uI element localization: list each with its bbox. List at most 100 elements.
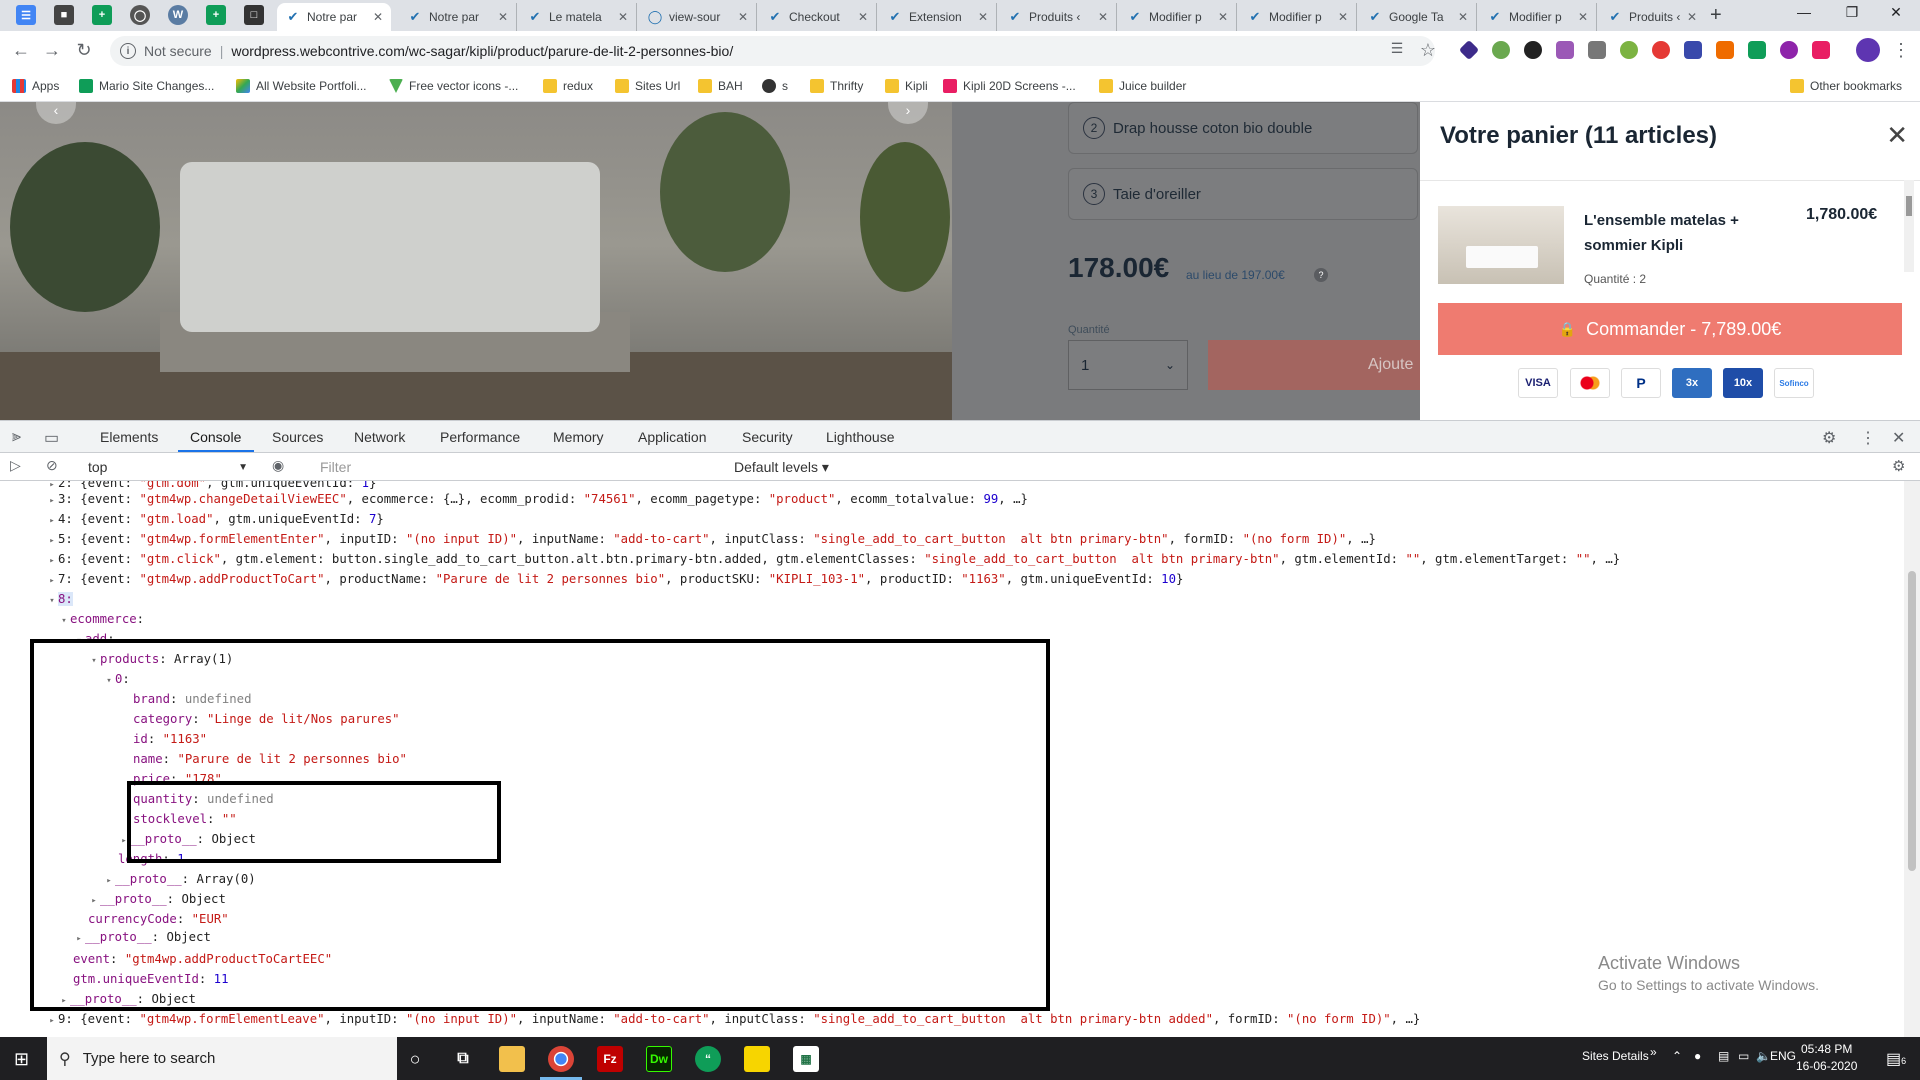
close-window-button[interactable]: ✕ <box>1876 4 1916 21</box>
tab-close-icon[interactable]: ✕ <box>1218 10 1228 24</box>
console-line-expanded[interactable]: ▾ 8: <box>46 589 73 609</box>
bookmark-s[interactable]: s <box>762 79 788 93</box>
hangouts-icon[interactable]: “ <box>695 1046 721 1072</box>
add-to-cart-button[interactable]: Ajoute <box>1208 340 1428 390</box>
wordpress-pinned-tab[interactable]: W <box>168 5 188 25</box>
tab-9[interactable]: ✔ Modifier p ✕ <box>1239 3 1357 31</box>
gear-icon[interactable]: ⚙ <box>1822 428 1836 448</box>
console-tree-node[interactable]: ▾ products: Array(1) <box>88 649 233 669</box>
spreadsheet-app-icon[interactable]: ▦ <box>793 1046 819 1072</box>
tab-10[interactable]: ✔ Google Ta ✕ <box>1359 3 1477 31</box>
bookmark-bah[interactable]: BAH <box>698 79 743 93</box>
toolbar-expand-icon[interactable]: » <box>1650 1045 1657 1059</box>
extension-icon-4[interactable] <box>1556 41 1574 59</box>
console-line[interactable]: ▸ 7: {event: "gtm4wp.addProductToCart", p… <box>46 569 1183 589</box>
task-view-icon[interactable]: ⧉ <box>450 1046 476 1072</box>
windows-start-icon[interactable]: ⊞ <box>14 1049 29 1070</box>
close-icon[interactable]: ✕ <box>1886 120 1908 151</box>
tab-application[interactable]: Application <box>638 429 707 445</box>
dreamweaver-icon[interactable]: Dw <box>646 1046 672 1072</box>
tab-lighthouse[interactable]: Lighthouse <box>826 429 895 445</box>
pinned-tab-2[interactable]: ■ <box>54 5 74 25</box>
extension-icon-12[interactable] <box>1812 41 1830 59</box>
tab-close-icon[interactable]: ✕ <box>1098 10 1108 24</box>
sticky-notes-icon[interactable] <box>744 1046 770 1072</box>
bookmark-freevector[interactable]: Free vector icons -... <box>389 79 518 93</box>
help-icon[interactable]: ? <box>1314 268 1328 282</box>
bookmark-redux[interactable]: redux <box>543 79 593 93</box>
carousel-prev-button[interactable]: ‹ <box>36 102 76 124</box>
console-line[interactable]: ▸ 5: {event: "gtm4wp.formElementEnter", i… <box>46 529 1376 549</box>
minimize-button[interactable]: — <box>1784 4 1824 20</box>
console-tree-node[interactable]: ▾ 0: <box>103 669 130 689</box>
taskbar-search-box[interactable]: ⚲ Type here to search <box>47 1037 397 1080</box>
tab-4[interactable]: ◯ view-sour ✕ <box>639 3 757 31</box>
new-tab-button[interactable]: + <box>1710 4 1722 27</box>
tab-6[interactable]: ✔ Extension ✕ <box>879 3 997 31</box>
file-explorer-icon[interactable] <box>499 1046 525 1072</box>
bookmark-star-icon[interactable]: ☆ <box>1417 40 1439 61</box>
tab-close-icon[interactable]: ✕ <box>1578 10 1588 24</box>
bookmark-juice[interactable]: Juice builder <box>1099 79 1186 93</box>
bookmark-mario[interactable]: Mario Site Changes... <box>79 79 214 93</box>
console-tree-node[interactable]: ▸ __proto__: Object <box>118 829 256 849</box>
tab-close-icon[interactable]: ✕ <box>978 10 988 24</box>
console-line[interactable]: ▸ 3: {event: "gtm4wp.changeDetailViewEEC"… <box>46 489 1028 509</box>
tab-3[interactable]: ✔ Le matela ✕ <box>519 3 637 31</box>
log-levels-select[interactable]: Default levels ▾ <box>734 459 829 476</box>
tray-app-icon[interactable]: ● <box>1694 1049 1701 1063</box>
cart-item-image[interactable] <box>1438 206 1564 284</box>
pinned-tab-4[interactable]: ◯ <box>130 5 150 25</box>
inspect-element-icon[interactable]: ⫸ <box>12 428 21 446</box>
checkout-button[interactable]: 🔒 Commander - 7,789.00€ <box>1438 303 1902 355</box>
camera-extension-icon[interactable] <box>1588 41 1606 59</box>
tab-close-icon[interactable]: ✕ <box>618 10 628 24</box>
tab-5[interactable]: ✔ Checkout ✕ <box>759 3 877 31</box>
language-indicator[interactable]: ENG <box>1770 1049 1796 1063</box>
show-hidden-icons[interactable]: ⌃ <box>1672 1049 1682 1063</box>
tab-close-icon[interactable]: ✕ <box>1338 10 1348 24</box>
console-scrollbar[interactable] <box>1904 481 1920 1038</box>
filezilla-icon[interactable]: Fz <box>597 1046 623 1072</box>
scrollbar-thumb[interactable] <box>1906 196 1912 216</box>
scrollbar-thumb[interactable] <box>1908 571 1916 871</box>
profile-avatar[interactable] <box>1856 38 1880 62</box>
product-option-2[interactable]: 2 Drap housse coton bio double <box>1068 102 1418 154</box>
bookmark-thrifty[interactable]: Thrifty <box>810 79 863 93</box>
volume-icon[interactable]: 🔈 <box>1756 1049 1771 1063</box>
close-devtools-icon[interactable]: ✕ <box>1892 428 1905 448</box>
extension-icon-3[interactable] <box>1524 41 1542 59</box>
eye-icon[interactable]: ◉ <box>272 457 284 474</box>
tab-close-icon[interactable]: ✕ <box>1458 10 1468 24</box>
back-button[interactable]: ← <box>10 40 32 61</box>
console-tree-node[interactable]: ▸ __proto__: Array(0) <box>103 869 255 889</box>
console-filter-input[interactable]: Filter <box>312 457 722 477</box>
extension-icon-10[interactable] <box>1748 41 1766 59</box>
cortana-icon[interactable]: ○ <box>402 1046 428 1072</box>
sheets-pinned-tab-2[interactable]: + <box>206 5 226 25</box>
info-icon[interactable]: i <box>120 43 136 59</box>
pinned-tab-7[interactable]: □ <box>244 5 264 25</box>
tab-12[interactable]: ✔ Produits ‹ ✕ <box>1599 3 1705 31</box>
console-settings-gear-icon[interactable]: ⚙ <box>1892 457 1905 475</box>
security-label[interactable]: Not secure <box>144 43 212 59</box>
bookmark-sites-url[interactable]: Sites Url <box>615 79 680 93</box>
tab-close-icon[interactable]: ✕ <box>498 10 508 24</box>
tab-elements[interactable]: Elements <box>100 429 158 445</box>
console-line[interactable]: ▸ 4: {event: "gtm.load", gtm.uniqueEventI… <box>46 509 384 529</box>
quantity-select[interactable]: 1 ⌄ <box>1068 340 1188 390</box>
carousel-next-button[interactable]: › <box>888 102 928 124</box>
tab-network[interactable]: Network <box>354 429 405 445</box>
url-text[interactable]: wordpress.webcontrive.com/wc-sagar/kipli… <box>231 43 733 59</box>
tab-11[interactable]: ✔ Modifier p ✕ <box>1479 3 1597 31</box>
forward-button[interactable]: → <box>41 40 63 61</box>
sheets-pinned-tab[interactable]: + <box>92 5 112 25</box>
bookmark-kipli-screens[interactable]: Kipli 20D Screens -... <box>943 79 1076 93</box>
console-line[interactable]: ▸ 6: {event: "gtm.click", gtm.element: bu… <box>46 549 1620 569</box>
cart-item-name[interactable]: L'ensemble matelas + sommier Kipli <box>1584 208 1764 258</box>
extension-icon-2[interactable] <box>1492 41 1510 59</box>
product-option-3[interactable]: 3 Taie d'oreiller <box>1068 168 1418 220</box>
tab-memory[interactable]: Memory <box>553 429 604 445</box>
tab-close-icon[interactable]: ✕ <box>1687 10 1697 24</box>
extension-icon-11[interactable] <box>1780 41 1798 59</box>
